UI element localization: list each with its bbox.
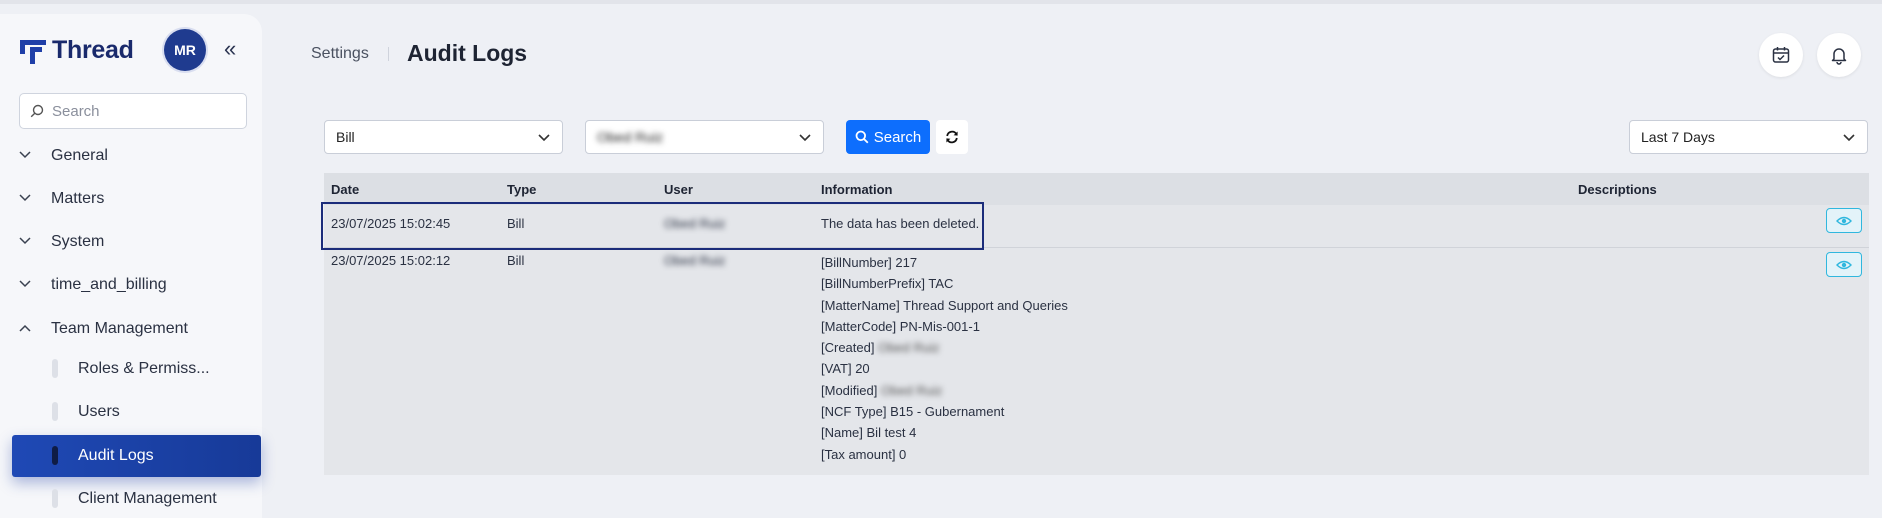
breadcrumb-settings[interactable]: Settings	[311, 45, 369, 63]
info-line: [Tax amount] 0	[821, 446, 907, 462]
thread-logo-icon	[20, 38, 46, 64]
view-details-button[interactable]	[1826, 252, 1862, 277]
column-header-information: Information	[821, 182, 893, 197]
page-title: Audit Logs	[407, 40, 528, 66]
info-line: [MatterCode] PN-Mis-001-1	[821, 318, 980, 334]
date-range-select[interactable]: Last 7 Days	[1629, 120, 1868, 154]
nav-indicator	[52, 489, 58, 508]
info-line: [NCF Type] B15 - Gubernament	[821, 404, 1005, 420]
search-button-label: Search	[873, 128, 922, 146]
chevron-down-icon	[19, 280, 31, 288]
cell-user: Obed Ruiz	[664, 253, 726, 268]
user-filter-value: Obed Ruiz	[597, 129, 664, 145]
sidebar-item-label: Team Management	[51, 320, 188, 337]
info-line: [BillNumberPrefix] TAC	[821, 276, 954, 292]
sidebar: Thread MR « General Matters System time_…	[0, 14, 262, 518]
brand-name: Thread	[52, 36, 134, 64]
sidebar-item-roles-permissions[interactable]: Roles & Permiss...	[12, 348, 260, 390]
chevron-down-icon	[19, 151, 31, 159]
top-border	[0, 0, 1882, 4]
user-filter-select[interactable]: Obed Ruiz	[585, 120, 824, 154]
sidebar-item-team-management[interactable]: Team Management	[0, 311, 262, 347]
refresh-button[interactable]	[936, 120, 968, 154]
sidebar-search	[19, 93, 247, 129]
sidebar-item-label: General	[51, 147, 108, 164]
sidebar-item-client-management[interactable]: Client Management	[12, 478, 260, 518]
view-details-button[interactable]	[1826, 208, 1862, 233]
nav-indicator	[52, 446, 58, 465]
brand-logo[interactable]: Thread	[20, 36, 134, 65]
cell-type: Bill	[507, 253, 525, 268]
sidebar-item-label: Roles & Permiss...	[78, 360, 210, 377]
cell-date: 23/07/2025 15:02:12	[331, 253, 451, 268]
info-line: [Created] Obed Ruiz	[821, 340, 940, 356]
nav-indicator	[52, 359, 58, 378]
chevron-down-icon	[799, 134, 811, 142]
collapse-sidebar-icon[interactable]: «	[224, 38, 236, 60]
info-line: [Modified] Obed Ruiz	[821, 382, 943, 398]
calendar-check-icon	[1772, 47, 1790, 63]
column-header-type: Type	[507, 182, 537, 197]
info-line: [MatterName] Thread Support and Queries	[821, 297, 1068, 313]
sidebar-item-matters[interactable]: Matters	[0, 181, 262, 217]
sidebar-item-system[interactable]: System	[0, 224, 262, 260]
search-button[interactable]: Search	[846, 120, 930, 154]
cell-date: 23/07/2025 15:02:45	[331, 216, 451, 231]
chevron-down-icon	[19, 237, 31, 245]
cell-type: Bill	[507, 216, 525, 231]
table-row: 23/07/2025 15:02:45 Bill Obed Ruiz The d…	[324, 205, 1869, 247]
sidebar-item-users[interactable]: Users	[12, 391, 260, 433]
sidebar-item-label: Client Management	[78, 490, 217, 507]
info-line: [BillNumber] 217	[821, 255, 918, 270]
nav-indicator	[52, 402, 58, 421]
chevron-up-icon	[19, 324, 31, 332]
chevron-down-icon	[19, 194, 31, 202]
sidebar-item-label: time_and_billing	[51, 276, 167, 293]
bell-icon	[1831, 48, 1847, 65]
cell-information-details: [BillNumber] 217 [BillNumberPrefix] TAC …	[821, 252, 1068, 465]
date-range-value: Last 7 Days	[1641, 129, 1715, 145]
sidebar-item-label: Users	[78, 403, 120, 420]
eye-icon	[1836, 260, 1852, 269]
type-filter-value: Bill	[336, 129, 355, 145]
table-header: Date Type User Information Descriptions	[324, 173, 1869, 205]
type-filter-select[interactable]: Bill	[324, 120, 563, 154]
audit-log-table: Date Type User Information Descriptions …	[324, 173, 1869, 475]
sidebar-item-time-and-billing[interactable]: time_and_billing	[0, 267, 262, 303]
column-header-descriptions: Descriptions	[1578, 182, 1657, 197]
info-line: [Name] Bil test 4	[821, 425, 917, 441]
search-icon	[30, 104, 44, 118]
info-line: [VAT] 20	[821, 361, 870, 377]
chevron-down-icon	[1843, 134, 1855, 142]
breadcrumb-divider	[388, 47, 389, 61]
avatar[interactable]: MR	[164, 29, 206, 71]
eye-icon	[1836, 216, 1852, 225]
sidebar-item-label: Matters	[51, 190, 105, 207]
sidebar-item-label: System	[51, 233, 105, 250]
cell-user: Obed Ruiz	[664, 216, 726, 231]
sidebar-item-label: Audit Logs	[78, 447, 154, 464]
column-header-date: Date	[331, 182, 360, 197]
sidebar-item-general[interactable]: General	[0, 138, 262, 174]
search-icon	[855, 130, 869, 144]
table-row: 23/07/2025 15:02:12 Bill Obed Ruiz [Bill…	[324, 248, 1869, 475]
sidebar-item-audit-logs[interactable]: Audit Logs	[12, 435, 261, 477]
notifications-button[interactable]	[1817, 33, 1861, 77]
sidebar-search-input[interactable]	[52, 102, 232, 120]
calendar-button[interactable]	[1759, 33, 1803, 77]
column-header-user: User	[664, 182, 693, 197]
chevron-down-icon	[538, 134, 550, 142]
refresh-icon	[946, 130, 958, 144]
cell-information: The data has been deleted.	[821, 216, 980, 231]
